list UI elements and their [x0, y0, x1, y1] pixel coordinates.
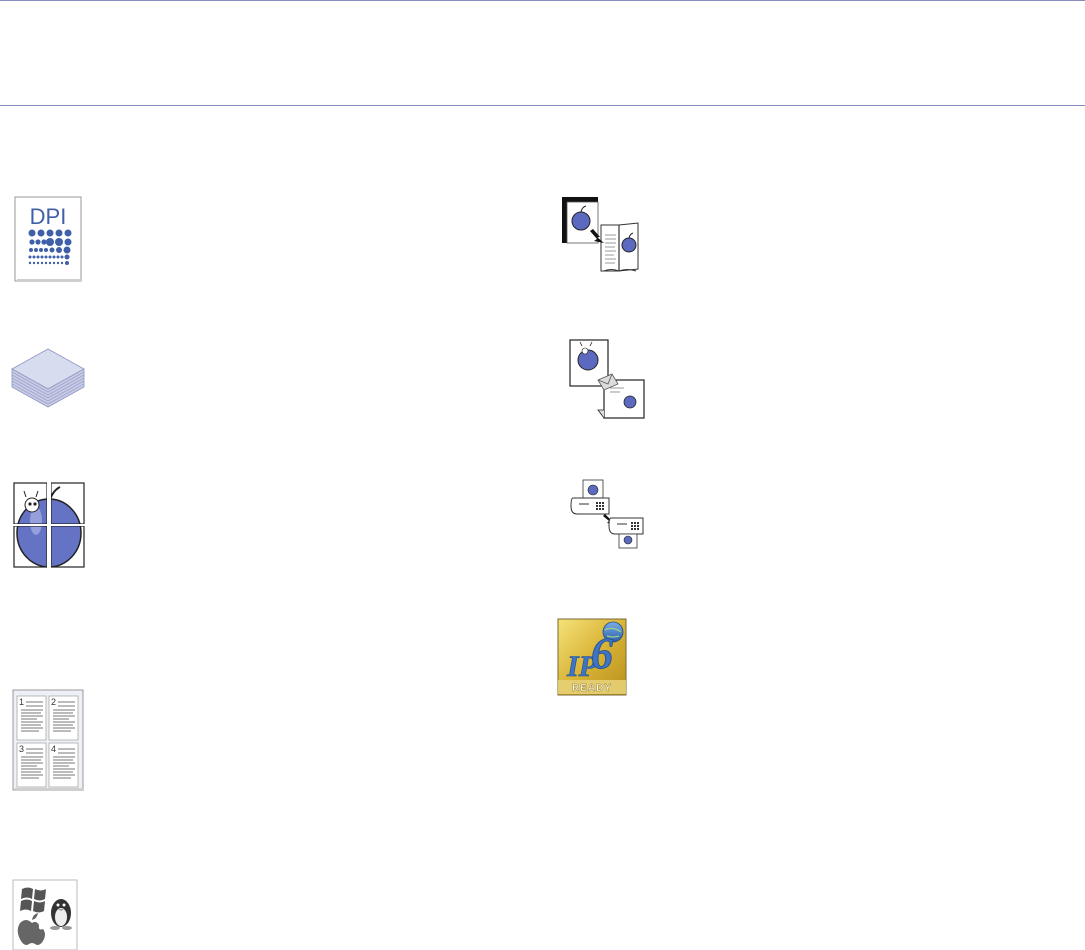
nup-page-number: 3 [19, 744, 24, 754]
ipv6-ready-logo-icon: IP 6 READY [557, 618, 627, 696]
dpi-resolution-icon: DPI [12, 194, 84, 284]
ipv6-ready-text: READY [572, 683, 612, 694]
nup-page-number: 1 [19, 697, 24, 707]
dpi-label: DPI [30, 204, 67, 229]
operating-systems-icon [12, 879, 78, 950]
nup-page-number: 2 [51, 697, 56, 707]
booklet-print-icon [560, 195, 648, 273]
svg-text:6: 6 [591, 629, 613, 678]
multiple-pages-per-sheet-icon: 1 2 3 4 [11, 688, 86, 793]
nup-page-number: 4 [51, 744, 56, 754]
header-top-rule [0, 0, 1085, 1]
paper-stack-icon [10, 345, 86, 411]
poster-print-icon [12, 481, 86, 569]
watermark-overlay-icon [568, 338, 646, 420]
header-bottom-rule [0, 105, 1085, 106]
fax-icon [569, 478, 645, 550]
